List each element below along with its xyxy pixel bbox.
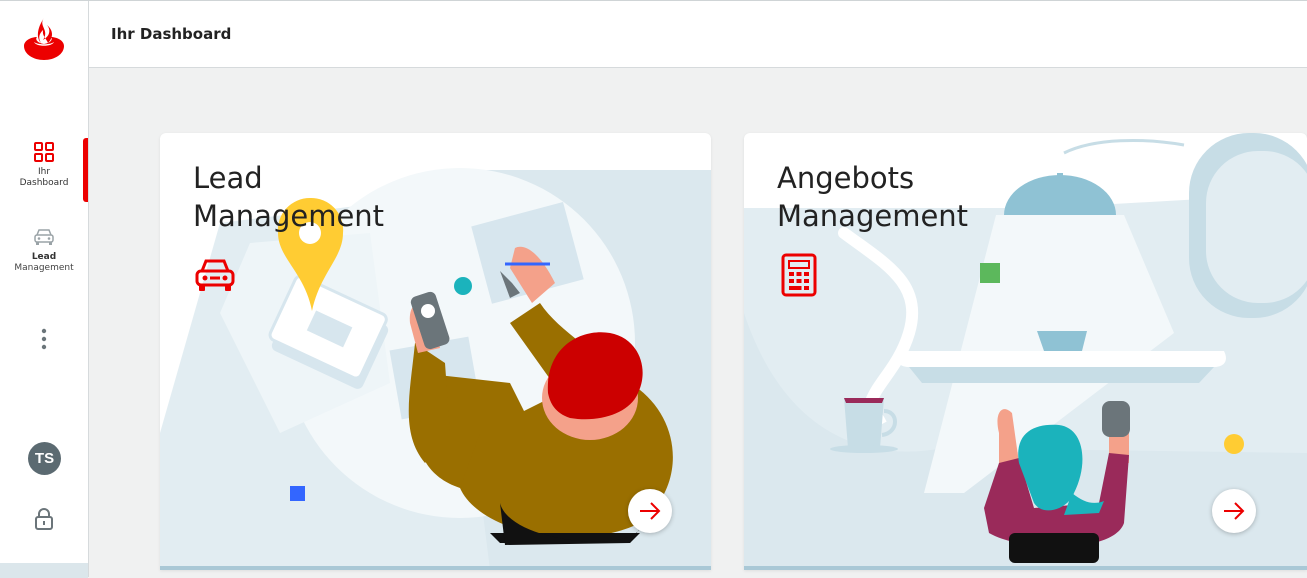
- header: Ihr Dashboard: [89, 1, 1307, 68]
- card-title-line: Lead: [193, 161, 263, 195]
- sidebar-item-dashboard[interactable]: Ihr Dashboard: [0, 141, 88, 189]
- lock-icon[interactable]: [34, 507, 54, 531]
- car-icon: [34, 229, 54, 245]
- sidebar-item-label: Ihr: [37, 167, 51, 177]
- open-angebots-management-button[interactable]: [1212, 489, 1256, 533]
- sidebar: Ihr Dashboard Lead Management TS: [0, 1, 89, 578]
- sidebar-footer: [0, 563, 88, 578]
- grid-icon: [34, 142, 54, 162]
- calculator-icon: [781, 253, 817, 297]
- card-title-line: Management: [777, 199, 969, 233]
- more-vertical-icon[interactable]: [38, 328, 50, 350]
- sidebar-item-lead-management[interactable]: Lead Management: [0, 226, 88, 274]
- card-title-line: Management: [193, 199, 385, 233]
- card-title: Angebots Management: [777, 159, 968, 235]
- card-angebots-management[interactable]: Angebots Management: [744, 133, 1307, 570]
- card-title-line: Angebots: [777, 161, 915, 195]
- card-bottom-border: [744, 566, 1307, 570]
- arrow-right-icon: [640, 502, 661, 520]
- card-bottom-border: [160, 566, 711, 570]
- santander-flame-icon[interactable]: [20, 16, 68, 64]
- arrow-right-icon: [1224, 502, 1245, 520]
- card-title: Lead Management: [193, 159, 384, 235]
- car-icon: [195, 259, 235, 291]
- page-title: Ihr Dashboard: [111, 25, 232, 43]
- avatar[interactable]: TS: [28, 442, 61, 475]
- open-lead-management-button[interactable]: [628, 489, 672, 533]
- card-lead-management[interactable]: Lead Management: [160, 133, 711, 570]
- sidebar-item-label: Dashboard: [19, 178, 69, 188]
- sidebar-item-label: Lead: [31, 252, 57, 262]
- sidebar-item-label: Management: [14, 263, 74, 273]
